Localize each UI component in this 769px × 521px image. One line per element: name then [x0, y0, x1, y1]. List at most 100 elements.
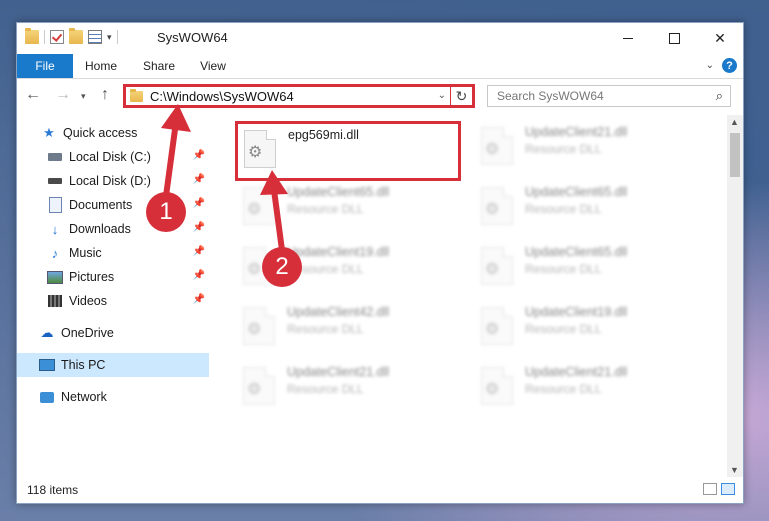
sidebar-item-label: This PC	[61, 358, 106, 372]
view-toggle	[703, 483, 735, 495]
window-controls: ✕	[605, 23, 743, 54]
file-type: Resource DLL	[287, 202, 364, 216]
status-bar: 118 items	[17, 477, 743, 503]
folder-icon[interactable]	[25, 28, 39, 44]
file-name: UpdateClient21.dll	[525, 125, 628, 139]
file-item[interactable]: ⚙ UpdateClient65.dll Resource DLL	[237, 181, 457, 237]
file-list: ⚙ epg569mi.dll ⚙ UpdateClient21.dll Reso…	[213, 115, 721, 477]
file-item[interactable]: ⚙ UpdateClient21.dll Resource DLL	[475, 361, 695, 417]
toolbar-separator	[44, 30, 45, 44]
gear-icon: ⚙	[485, 201, 500, 218]
pin-icon: 📌	[192, 174, 205, 185]
file-item[interactable]: ⚙ UpdateClient65.dll Resource DLL	[475, 181, 695, 237]
music-icon: ♪	[51, 245, 59, 261]
up-arrow-icon[interactable]: ↑	[101, 86, 109, 104]
pin-icon: 📌	[192, 246, 205, 257]
sidebar-item-local-disk-c[interactable]: Local Disk (C:) 📌	[17, 145, 209, 169]
sidebar-item-label: Local Disk (C:)	[69, 150, 151, 164]
disk-icon	[47, 173, 63, 189]
ribbon-tabs: File Home Share View ⌄ ?	[17, 54, 743, 79]
new-folder-icon[interactable]	[69, 28, 83, 44]
refresh-icon[interactable]: ↻	[450, 84, 472, 108]
maximize-button[interactable]	[651, 23, 697, 54]
sidebar-item-network[interactable]: Network	[17, 385, 209, 409]
search-input[interactable]: Search SysWOW64 ⌕	[487, 85, 731, 107]
tab-share[interactable]: Share	[133, 54, 185, 78]
pictures-icon	[47, 269, 63, 285]
navigation-bar: ← → ▾ ↑ C:\Windows\SysWOW64 ⌄ ↻ Search S…	[17, 80, 743, 112]
file-item[interactable]: ⚙ UpdateClient42.dll Resource DLL	[237, 301, 457, 357]
address-folder-icon	[130, 89, 143, 102]
scrollbar-thumb[interactable]	[730, 133, 740, 177]
file-item-epg569mi[interactable]: ⚙ epg569mi.dll	[235, 121, 461, 181]
gear-icon: ⚙	[485, 321, 500, 338]
large-icons-view-icon[interactable]	[721, 483, 735, 495]
file-type: Resource DLL	[525, 382, 602, 396]
file-name: UpdateClient21.dll	[287, 365, 390, 379]
scroll-up-icon[interactable]: ▲	[730, 117, 739, 127]
forward-arrow-icon[interactable]: →	[55, 86, 71, 104]
file-name: UpdateClient65.dll	[287, 185, 390, 199]
navigation-pane: ★ Quick access Local Disk (C:) 📌 Local D…	[17, 115, 209, 477]
pin-icon: 📌	[192, 270, 205, 281]
tab-file[interactable]: File	[17, 54, 73, 78]
recent-locations-chevron-icon[interactable]: ▾	[81, 91, 86, 102]
sidebar-item-videos[interactable]: Videos 📌	[17, 289, 209, 313]
file-type: Resource DLL	[287, 382, 364, 396]
videos-icon	[47, 293, 63, 309]
file-item[interactable]: ⚙ UpdateClient19.dll Resource DLL	[475, 301, 695, 357]
sidebar-item-onedrive[interactable]: ☁ OneDrive	[17, 321, 209, 345]
details-view-icon[interactable]	[703, 483, 717, 495]
expand-ribbon-chevron-icon[interactable]: ⌄	[706, 60, 714, 71]
tab-home[interactable]: Home	[77, 54, 125, 78]
star-icon: ★	[43, 125, 55, 140]
help-icon[interactable]: ?	[722, 58, 737, 73]
cloud-icon: ☁	[40, 325, 54, 340]
properties-check-icon[interactable]	[50, 30, 64, 44]
gear-icon: ⚙	[247, 201, 262, 218]
sidebar-item-this-pc[interactable]: This PC	[17, 353, 209, 377]
file-name: epg569mi.dll	[288, 128, 359, 142]
close-button[interactable]: ✕	[697, 23, 743, 54]
sidebar-item-label: Videos	[69, 294, 107, 308]
scroll-down-icon[interactable]: ▼	[730, 465, 739, 475]
sidebar-item-quick-access[interactable]: ★ Quick access	[17, 121, 209, 145]
document-icon	[47, 197, 63, 213]
window-title: SysWOW64	[157, 30, 228, 45]
address-path[interactable]: C:\Windows\SysWOW64	[150, 89, 294, 104]
gear-icon: ⚙	[248, 144, 263, 161]
address-dropdown-icon[interactable]: ⌄	[438, 90, 446, 101]
pin-icon: 📌	[192, 294, 205, 305]
file-item[interactable]: ⚙ UpdateClient65.dll Resource DLL	[475, 241, 695, 297]
customize-toolbar-dropdown-icon[interactable]: ▾	[107, 32, 112, 43]
computer-icon	[39, 357, 55, 373]
file-type: Resource DLL	[525, 202, 602, 216]
file-item[interactable]: ⚙ UpdateClient21.dll Resource DLL	[237, 361, 457, 417]
gear-icon: ⚙	[247, 381, 262, 398]
vertical-scrollbar[interactable]: ▲ ▼	[727, 115, 743, 477]
item-count: 118 items	[27, 483, 79, 497]
sidebar-item-music[interactable]: ♪ Music 📌	[17, 241, 209, 265]
step-2-badge: 2	[262, 247, 302, 287]
file-name: UpdateClient19.dll	[525, 305, 628, 319]
gear-icon: ⚙	[485, 381, 500, 398]
search-icon[interactable]: ⌕	[716, 88, 723, 104]
file-name: UpdateClient19.dll	[287, 245, 390, 259]
back-arrow-icon[interactable]: ←	[25, 86, 41, 104]
minimize-button[interactable]	[605, 23, 651, 54]
sidebar-item-label: Documents	[69, 198, 133, 212]
gear-icon: ⚙	[247, 321, 262, 338]
properties-icon[interactable]	[88, 30, 102, 44]
file-type: Resource DLL	[525, 142, 602, 156]
sidebar-item-label: Pictures	[69, 270, 115, 284]
sidebar-item-pictures[interactable]: Pictures 📌	[17, 265, 209, 289]
gear-icon: ⚙	[247, 261, 262, 278]
file-type: Resource DLL	[525, 322, 602, 336]
file-item[interactable]: ⚙ UpdateClient21.dll Resource DLL	[475, 121, 695, 177]
ribbon-right-controls: ⌄ ?	[706, 58, 737, 73]
file-name: UpdateClient65.dll	[525, 245, 628, 259]
sidebar-item-local-disk-d[interactable]: Local Disk (D:) 📌	[17, 169, 209, 193]
tab-view[interactable]: View	[191, 54, 235, 78]
sidebar-item-label: Local Disk (D:)	[69, 174, 151, 188]
address-bar[interactable]: C:\Windows\SysWOW64 ⌄ ↻	[123, 84, 475, 108]
